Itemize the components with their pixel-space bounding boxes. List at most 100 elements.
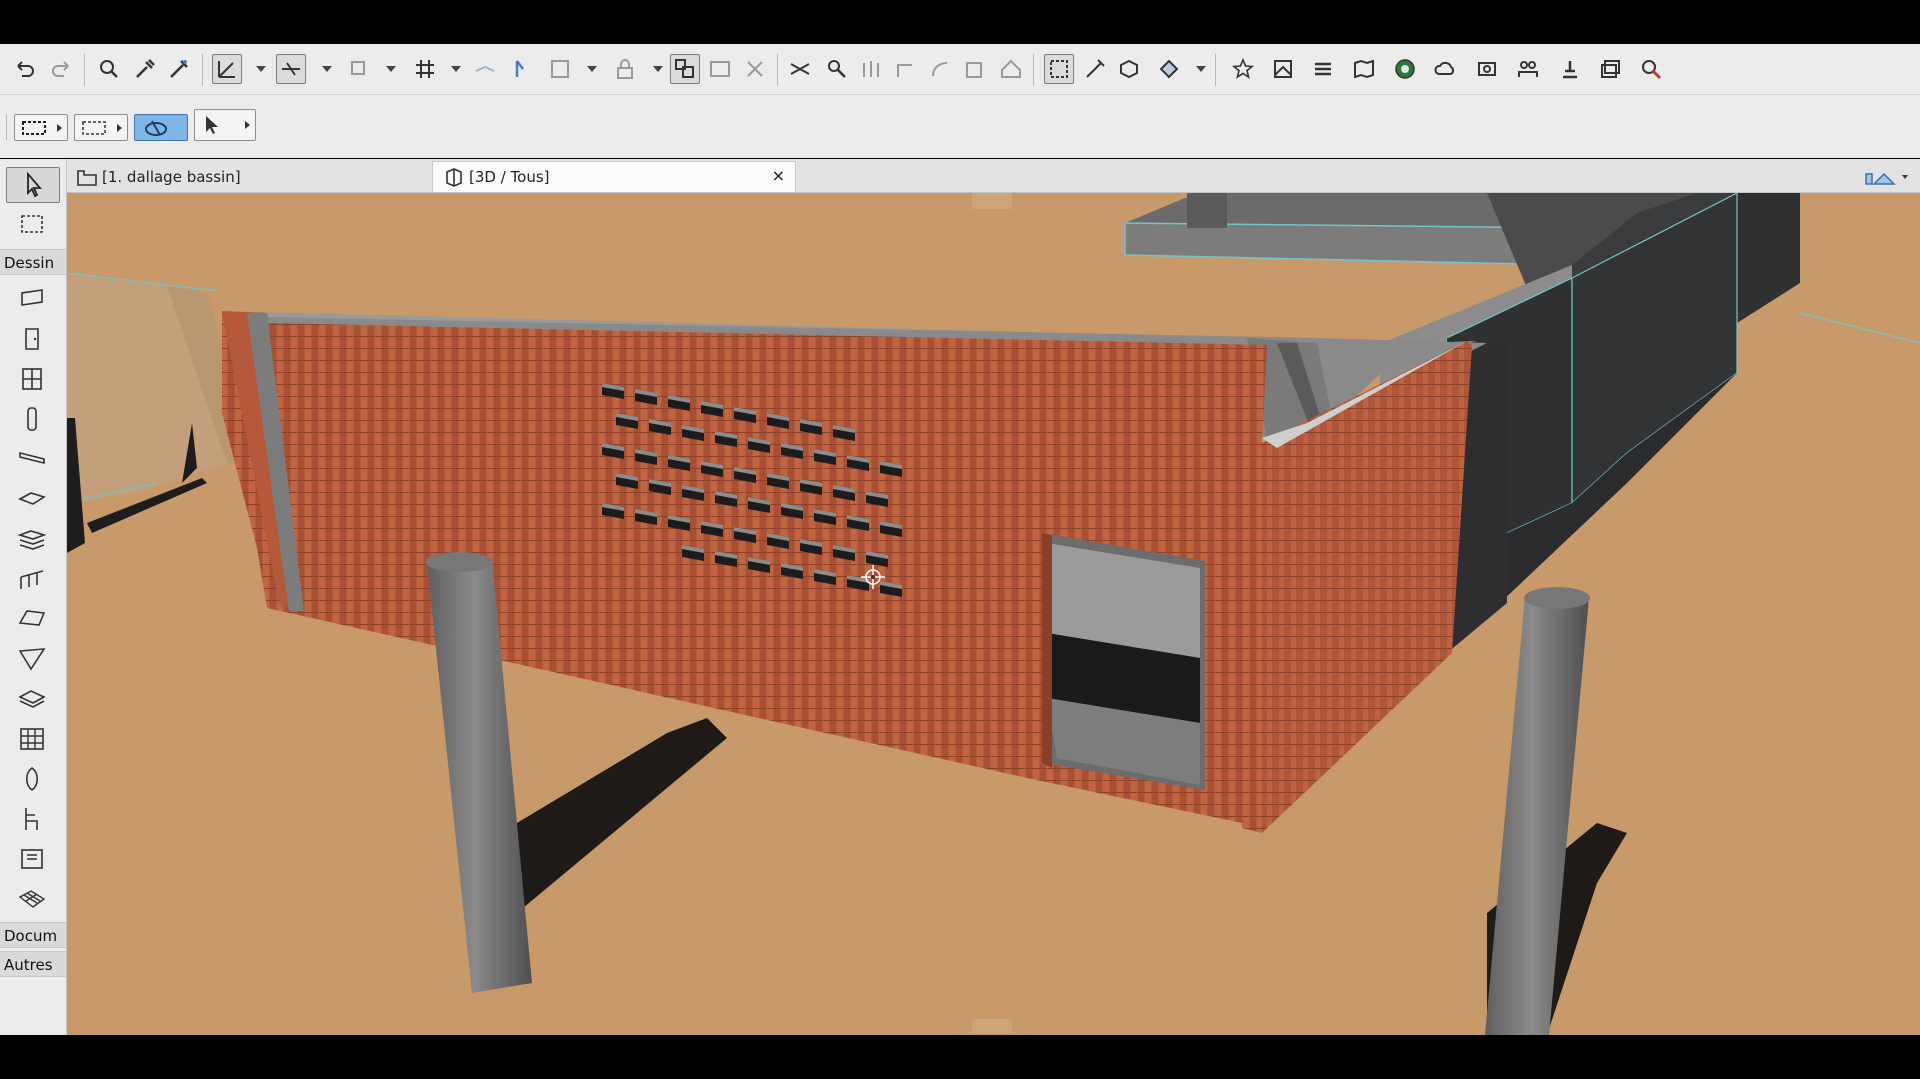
reserve-icon[interactable]	[1555, 54, 1585, 84]
pick-icon[interactable]	[505, 54, 535, 84]
redo-icon[interactable]	[46, 54, 76, 84]
morph-icon	[18, 690, 46, 708]
cross-icon[interactable]	[740, 54, 770, 84]
beam-icon	[19, 451, 45, 465]
navigation-icon[interactable]	[1154, 54, 1184, 84]
grid-table-icon[interactable]	[705, 54, 735, 84]
toolbar-separator	[6, 114, 7, 140]
toolbar-separator	[202, 54, 203, 86]
align-icon[interactable]	[344, 54, 374, 84]
tool-window[interactable]	[6, 362, 58, 396]
shell-icon	[18, 648, 46, 671]
publish-icon[interactable]	[1472, 54, 1502, 84]
map-icon[interactable]	[1349, 54, 1379, 84]
split-icon[interactable]	[856, 54, 886, 84]
suspend-groups-icon[interactable]	[670, 54, 700, 84]
lock-dropdown-arrow[interactable]	[653, 66, 663, 72]
cloud-icon[interactable]	[1430, 54, 1460, 84]
navigation-dropdown-arrow[interactable]	[1196, 66, 1206, 72]
teamwork-icon[interactable]	[1513, 54, 1543, 84]
archicad-window: [1. dallage bassin] [3D / Tous] × Dessin	[0, 0, 1920, 1079]
arrow-select-icon	[27, 171, 42, 198]
elevate-icon[interactable]	[925, 54, 955, 84]
tool-morph[interactable]	[6, 682, 58, 716]
letterbox-bottom	[0, 1035, 1920, 1079]
toolbox-group-autres[interactable]: Autres	[0, 951, 66, 977]
marquee-shape-button[interactable]	[74, 114, 128, 141]
layer-icon[interactable]	[470, 54, 500, 84]
explode-icon[interactable]	[822, 54, 852, 84]
top-handle[interactable]	[972, 193, 1012, 209]
intersect-icon[interactable]	[960, 54, 990, 84]
snap-dropdown-arrow[interactable]	[322, 66, 332, 72]
door-opening	[1042, 533, 1205, 790]
tool-beam[interactable]	[6, 442, 58, 476]
tool-arrow[interactable]	[6, 167, 60, 203]
snap-guide-icon[interactable]	[276, 54, 306, 84]
view-options-button[interactable]	[1862, 166, 1914, 188]
tool-roof[interactable]	[6, 602, 58, 636]
tool-marquee[interactable]	[6, 207, 58, 241]
tool-stair[interactable]	[6, 522, 58, 556]
curtain-wall-icon	[20, 728, 44, 750]
layout-icon[interactable]	[1268, 54, 1298, 84]
stack-icon[interactable]	[1595, 54, 1625, 84]
align-dropdown-arrow[interactable]	[386, 66, 396, 72]
arrow-icon	[206, 116, 218, 134]
lock-icon[interactable]	[610, 54, 640, 84]
bim-icon[interactable]	[1636, 54, 1666, 84]
standard-toolbar	[0, 44, 1920, 95]
door-icon	[25, 328, 39, 350]
trim-icon[interactable]	[785, 54, 815, 84]
undo-icon[interactable]	[10, 54, 40, 84]
window-icon	[22, 368, 42, 390]
tool-slab[interactable]	[6, 482, 58, 516]
grid-snap-icon[interactable]	[410, 54, 440, 84]
tab-3d-view[interactable]: [3D / Tous] ×	[432, 161, 796, 192]
3d-style-icon[interactable]	[1114, 54, 1144, 84]
arrow-tool-button[interactable]	[194, 109, 256, 141]
mesh-icon	[18, 890, 46, 908]
render-icon[interactable]	[1390, 54, 1420, 84]
adjust-icon[interactable]	[890, 54, 920, 84]
favorites-icon[interactable]	[1228, 54, 1258, 84]
3d-model-scene[interactable]	[67, 193, 1920, 1035]
guide-lines-icon[interactable]	[212, 54, 242, 84]
toolbox-group-docum[interactable]: Docum	[0, 922, 66, 948]
tool-shell[interactable]	[6, 642, 58, 676]
3d-viewport[interactable]	[67, 193, 1920, 1035]
zone-stamp-icon	[21, 849, 43, 869]
slab-icon	[18, 492, 46, 505]
box-icon[interactable]	[545, 54, 575, 84]
stories-icon[interactable]	[1308, 54, 1338, 84]
tab-floor-plan[interactable]: [1. dallage bassin]	[66, 161, 432, 192]
marquee-mode-button[interactable]	[14, 114, 68, 141]
toolbox-group-dessin[interactable]: Dessin	[0, 249, 66, 275]
orbit-button[interactable]	[134, 114, 188, 141]
tab-close-icon[interactable]: ×	[772, 166, 785, 185]
tool-object[interactable]	[6, 762, 58, 796]
roof-icon[interactable]	[996, 54, 1026, 84]
tool-column[interactable]	[6, 402, 58, 436]
tool-door[interactable]	[6, 322, 58, 356]
3d-window-icon[interactable]	[1044, 54, 1074, 84]
tool-mesh[interactable]	[6, 882, 58, 916]
stair-icon	[17, 530, 47, 550]
guide-dropdown-arrow[interactable]	[256, 66, 266, 72]
box-dropdown-arrow[interactable]	[587, 66, 597, 72]
tool-curtain-wall[interactable]	[6, 722, 58, 756]
marquee-thin-icon	[82, 120, 106, 135]
syringe-icon[interactable]	[164, 54, 194, 84]
grid-dropdown-arrow[interactable]	[451, 66, 461, 72]
3d-view-icon	[446, 168, 462, 187]
tool-label[interactable]	[6, 842, 58, 876]
eyedropper-icon[interactable]	[130, 54, 160, 84]
tool-wall[interactable]	[6, 282, 58, 316]
tool-zone[interactable]	[6, 802, 58, 836]
pen-icon[interactable]	[1080, 54, 1110, 84]
find-select-icon[interactable]	[94, 54, 124, 84]
letterbox-top	[0, 0, 1920, 44]
tool-railing[interactable]	[6, 562, 58, 596]
toolbar-separator	[1033, 54, 1034, 86]
bottom-handle[interactable]	[972, 1019, 1012, 1033]
